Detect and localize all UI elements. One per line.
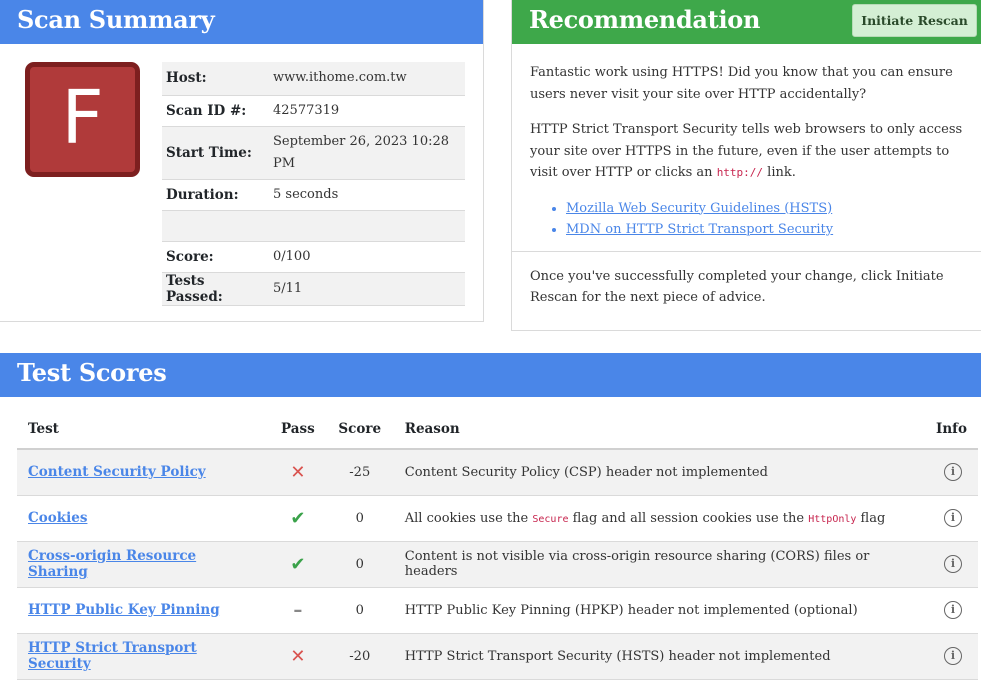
- test-name-cell: Content Security Policy: [17, 449, 270, 496]
- test-name-cell: Cookies: [17, 495, 270, 542]
- pass-cell: ✔: [270, 495, 326, 542]
- test-name-cell: HTTP Strict Transport Security: [17, 633, 270, 680]
- mozilla-hsts-link[interactable]: Mozilla Web Security Guidelines (HSTS): [566, 201, 832, 216]
- reason-text: flag: [856, 510, 886, 526]
- score-cell: 0: [325, 541, 394, 588]
- reason-cell: HTTP Strict Transport Security (HSTS) he…: [393, 633, 918, 680]
- httponly-code: HttpOnly: [808, 513, 857, 525]
- table-row: HTTP Public Key Pinning – 0 HTTP Public …: [17, 587, 978, 634]
- pass-cell: ✕: [270, 449, 326, 496]
- info-cell: i: [918, 541, 978, 588]
- info-cell: i: [918, 633, 978, 680]
- summary-value-scan-id: 42577319: [269, 95, 465, 127]
- column-header-score: Score: [325, 409, 394, 450]
- info-icon[interactable]: i: [944, 463, 962, 482]
- table-row: HTTP Strict Transport Security ✕ -20 HTT…: [17, 633, 978, 680]
- test-link-csp[interactable]: Content Security Policy: [28, 464, 206, 480]
- grade-badge: F: [25, 62, 140, 177]
- summary-key: Start Time:: [162, 126, 269, 180]
- test-link-cookies[interactable]: Cookies: [28, 510, 87, 526]
- pass-cell: ✔: [270, 541, 326, 588]
- fail-x-icon: ✕: [290, 645, 306, 667]
- column-header-test: Test: [17, 409, 270, 450]
- column-header-reason: Reason: [393, 409, 918, 450]
- summary-row-start-time: Start Time: September 26, 2023 10:28 PM: [162, 126, 465, 180]
- fail-x-icon: ✕: [290, 461, 306, 483]
- summary-value-tests-passed: 5/11: [269, 272, 465, 306]
- pass-check-icon: ✔: [290, 553, 306, 575]
- info-icon[interactable]: i: [944, 509, 962, 527]
- summary-value-start-time: September 26, 2023 10:28 PM: [269, 126, 465, 180]
- info-icon[interactable]: i: [944, 555, 962, 573]
- table-row: Cookies ✔ 0 All cookies use the Secure f…: [17, 495, 978, 542]
- reason-text: flag and all session cookies use the: [568, 510, 809, 526]
- summary-key: Scan ID #:: [162, 95, 269, 127]
- recommendation-text: link.: [763, 165, 796, 180]
- info-cell: i: [918, 449, 978, 496]
- test-name-cell: HTTP Public Key Pinning: [17, 587, 270, 634]
- summary-row-empty: [162, 210, 465, 242]
- summary-row-duration: Duration: 5 seconds: [162, 179, 465, 211]
- recommendation-body: Fantastic work using HTTPS! Did you know…: [512, 62, 981, 323]
- score-cell: 0: [325, 495, 394, 542]
- summary-table: Host: www.ithome.com.tw Scan ID #: 4257731…: [162, 62, 465, 306]
- http-code: http://: [716, 166, 764, 179]
- test-scores-card: Test Scores Test Pass Score Reason Info …: [0, 353, 981, 684]
- summary-value-host: www.ithome.com.tw: [269, 62, 465, 96]
- mdn-hsts-link[interactable]: MDN on HTTP Strict Transport Security: [566, 222, 833, 237]
- scan-summary-card: Scan Summary F Host: www.ithome.com.tw Sc…: [0, 0, 484, 322]
- info-icon[interactable]: i: [944, 647, 962, 665]
- test-scores-title: Test Scores: [0, 353, 981, 397]
- reason-cell: All cookies use the Secure flag and all …: [393, 495, 918, 542]
- test-link-hsts[interactable]: HTTP Strict Transport Security: [28, 640, 197, 672]
- summary-value-empty: [269, 210, 465, 242]
- summary-row-host: Host: www.ithome.com.tw: [162, 62, 465, 96]
- test-link-cors[interactable]: Cross-origin Resource Sharing: [28, 548, 196, 580]
- recommendation-links: Mozilla Web Security Guidelines (HSTS) M…: [566, 198, 978, 241]
- initiate-rescan-button[interactable]: Initiate Rescan: [852, 4, 977, 37]
- score-cell: -25: [325, 449, 394, 496]
- summary-row-tests-passed: Tests Passed: 5/11: [162, 272, 465, 306]
- secure-code: Secure: [532, 513, 569, 525]
- table-header-row: Test Pass Score Reason Info: [17, 409, 978, 450]
- summary-row-score: Score: 0/100: [162, 241, 465, 273]
- reason-text: All cookies use the: [404, 510, 533, 526]
- dash-icon: –: [293, 599, 303, 621]
- list-item: MDN on HTTP Strict Transport Security: [566, 219, 978, 241]
- summary-row-scan-id: Scan ID #: 42577319: [162, 95, 465, 127]
- scores-table: Test Pass Score Reason Info Content Secu…: [17, 409, 978, 680]
- summary-key: Host:: [162, 62, 269, 96]
- score-cell: 0: [325, 587, 394, 634]
- pass-cell: –: [270, 587, 326, 634]
- test-link-hpkp[interactable]: HTTP Public Key Pinning: [28, 602, 220, 618]
- reason-cell: Content is not visible via cross-origin …: [393, 541, 918, 588]
- info-cell: i: [918, 495, 978, 542]
- reason-cell: HTTP Public Key Pinning (HPKP) header no…: [393, 587, 918, 634]
- score-cell: -20: [325, 633, 394, 680]
- info-cell: i: [918, 587, 978, 634]
- summary-value-score: 0/100: [269, 241, 465, 273]
- list-item: Mozilla Web Security Guidelines (HSTS): [566, 198, 978, 220]
- summary-key: Duration:: [162, 179, 269, 211]
- column-header-pass: Pass: [270, 409, 326, 450]
- summary-key: Tests Passed:: [162, 272, 269, 306]
- reason-cell: Content Security Policy (CSP) header not…: [393, 449, 918, 496]
- pass-check-icon: ✔: [290, 507, 306, 529]
- recommendation-paragraph: HTTP Strict Transport Security tells web…: [530, 119, 978, 184]
- summary-value-duration: 5 seconds: [269, 179, 465, 211]
- column-header-info: Info: [918, 409, 978, 450]
- divider: [512, 250, 981, 252]
- summary-key: Score:: [162, 241, 269, 273]
- test-name-cell: Cross-origin Resource Sharing: [17, 541, 270, 588]
- recommendation-card: Recommendation Initiate Rescan Fantastic…: [511, 0, 981, 331]
- recommendation-paragraph: Once you've successfully completed your …: [530, 268, 944, 306]
- table-row: Content Security Policy ✕ -25 Content Se…: [17, 449, 978, 496]
- table-row: Cross-origin Resource Sharing ✔ 0 Conten…: [17, 541, 978, 588]
- pass-cell: ✕: [270, 633, 326, 680]
- summary-key: [162, 210, 269, 242]
- scan-summary-title: Scan Summary: [0, 0, 483, 44]
- info-icon[interactable]: i: [944, 601, 962, 619]
- recommendation-paragraph: Fantastic work using HTTPS! Did you know…: [530, 65, 953, 102]
